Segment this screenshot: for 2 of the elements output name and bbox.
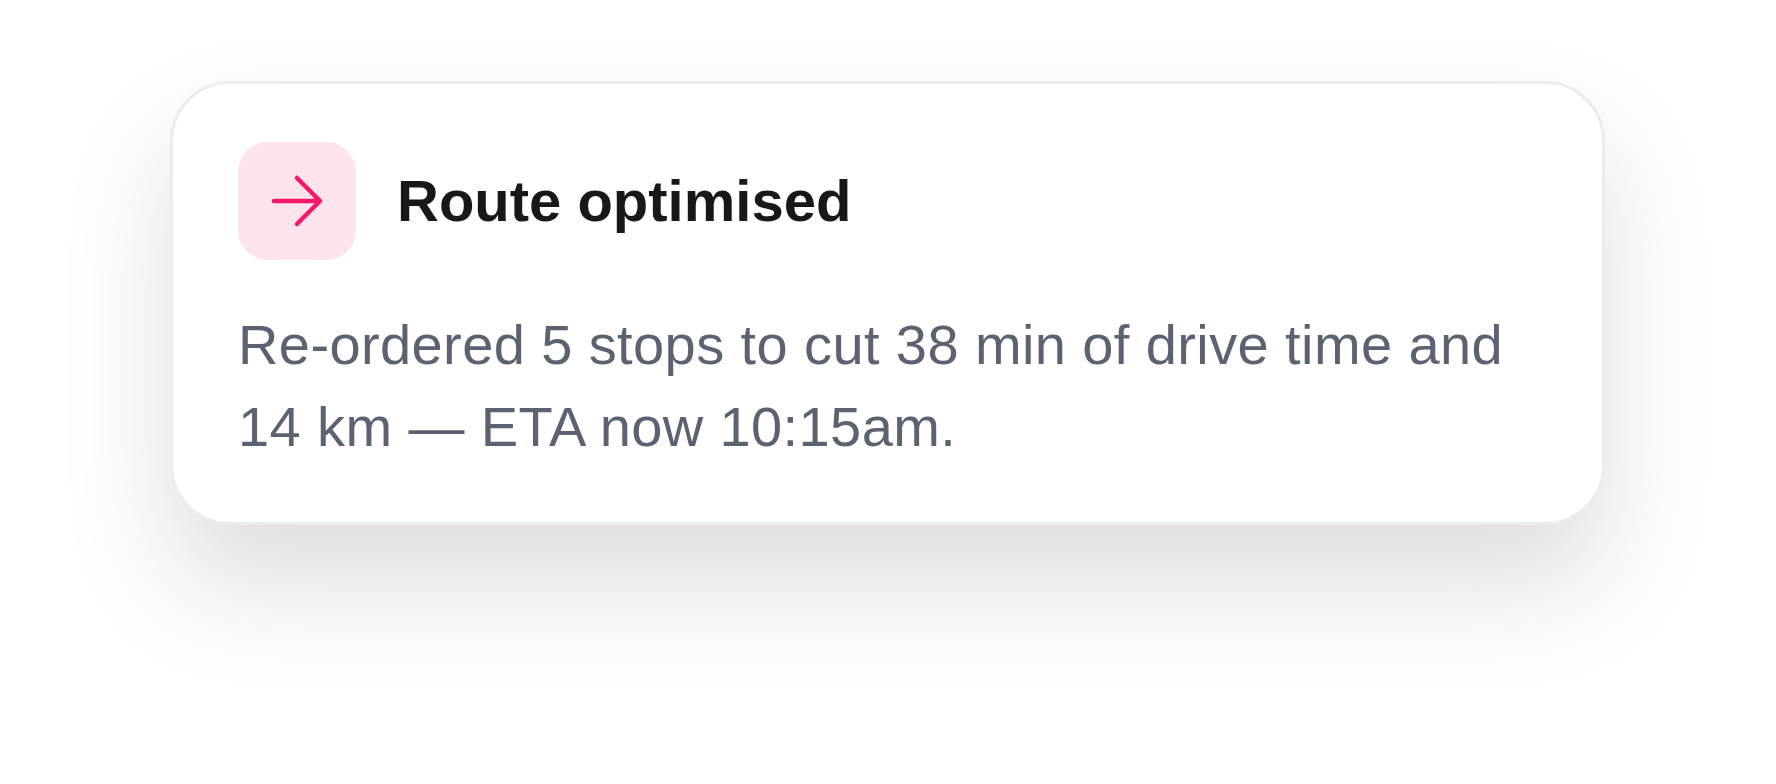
notification-message: Re-ordered 5 stops to cut 38 min of drive time and 14 km — ETA now 10:15am. (238, 312, 1505, 460)
notification-title: Route optimised (397, 167, 852, 236)
